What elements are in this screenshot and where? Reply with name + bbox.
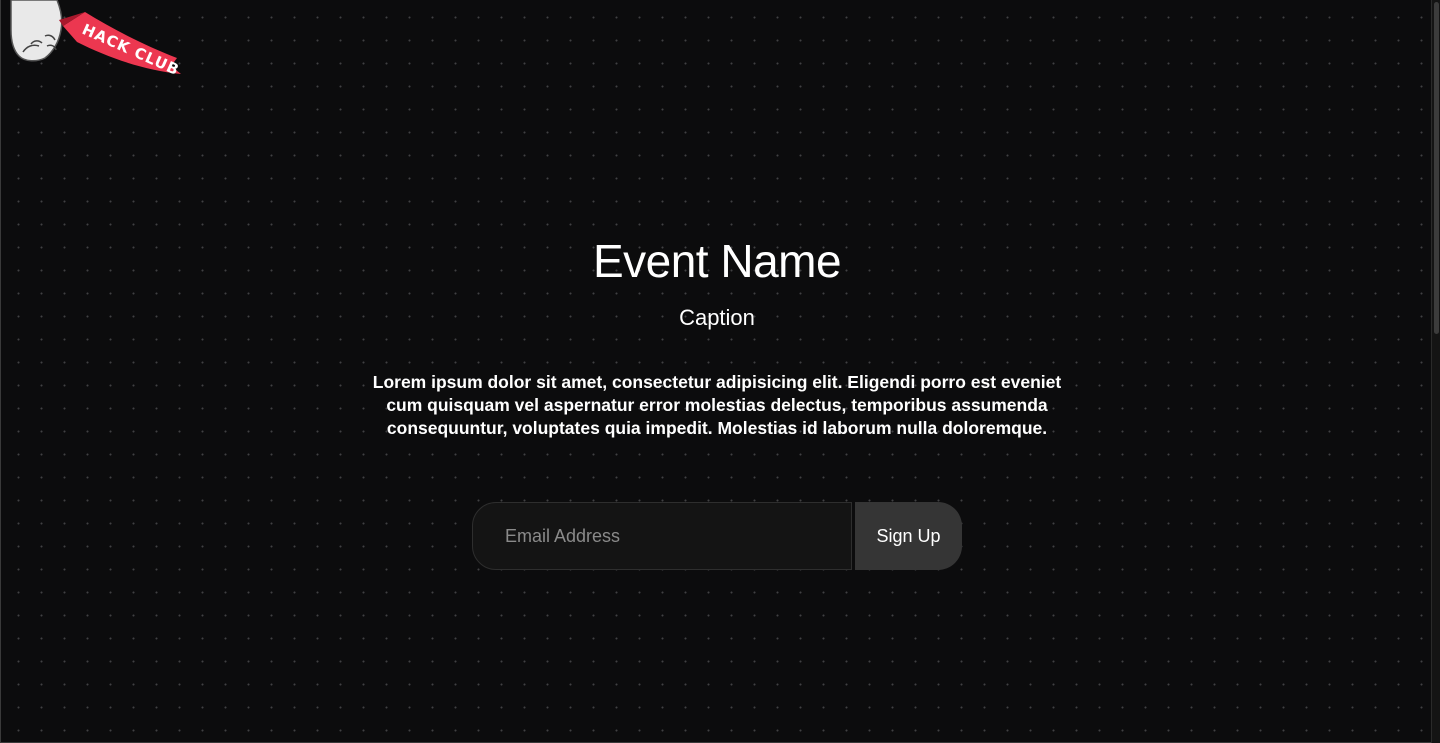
email-input[interactable]: [472, 502, 852, 570]
event-description: Lorem ipsum dolor sit amet, consectetur …: [372, 372, 1062, 438]
event-title: Event Name: [592, 235, 842, 287]
sign-up-button[interactable]: Sign Up: [855, 502, 962, 570]
event-caption: Caption: [679, 305, 755, 330]
landing-page: HACK CLUB Event Name Caption Lorem ipsum…: [0, 0, 1440, 743]
page-scrollbar[interactable]: [1431, 0, 1440, 743]
scrollbar-thumb[interactable]: [1434, 2, 1439, 334]
hack-club-flag-logo: HACK CLUB: [10, 0, 182, 79]
signup-form: Sign Up: [472, 502, 962, 570]
